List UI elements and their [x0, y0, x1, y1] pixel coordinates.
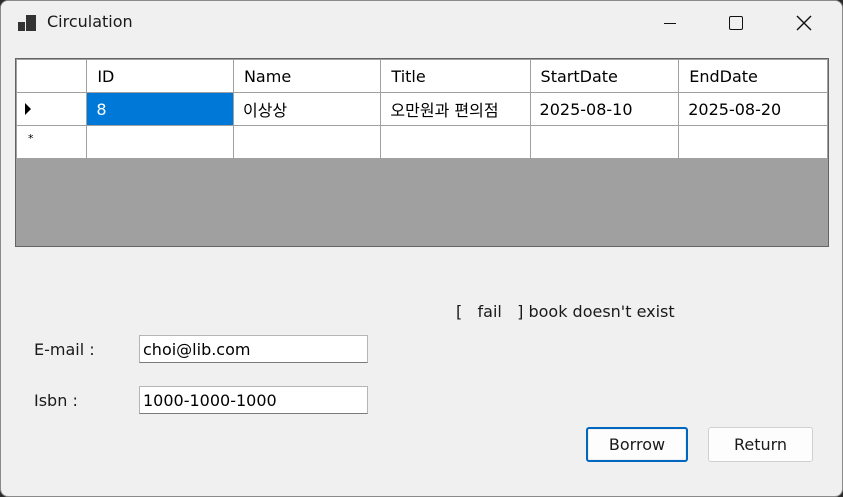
cell-title[interactable]: [380, 125, 531, 159]
title-bar[interactable]: Circulation: [1, 1, 842, 45]
cell-enddate[interactable]: 2025-08-20: [678, 92, 828, 126]
column-header-startdate[interactable]: StartDate: [529, 59, 680, 93]
window-title: Circulation: [47, 12, 133, 31]
column-header-id[interactable]: ID: [86, 59, 234, 93]
isbn-field[interactable]: [139, 386, 368, 414]
app-icon: [18, 15, 36, 31]
cell-enddate[interactable]: [678, 125, 828, 159]
column-header-enddate[interactable]: EndDate: [678, 59, 828, 93]
status-close-bracket: ]: [517, 302, 524, 321]
minimize-icon: [664, 22, 676, 24]
status-open-bracket: [: [456, 302, 463, 321]
row-header[interactable]: [15, 92, 88, 126]
isbn-label: Isbn :: [34, 391, 78, 410]
new-row[interactable]: *: [15, 125, 828, 159]
return-button[interactable]: Return: [708, 427, 813, 462]
column-header-name[interactable]: Name: [232, 59, 382, 93]
column-header-title[interactable]: Title: [380, 59, 531, 93]
grid-corner-header[interactable]: [15, 59, 88, 93]
cell-startdate[interactable]: [529, 125, 680, 159]
cell-name[interactable]: [232, 125, 382, 159]
close-icon: [796, 15, 812, 31]
status-message: [ fail ] book doesn't exist: [456, 302, 675, 321]
current-row-arrow-icon: [25, 103, 31, 115]
email-label: E-mail :: [34, 340, 95, 359]
cell-id[interactable]: 8: [86, 92, 234, 126]
status-result: fail: [477, 302, 502, 321]
email-field[interactable]: [139, 335, 368, 363]
borrow-button[interactable]: Borrow: [586, 427, 688, 462]
circulation-window: Circulation ID Name Title StartDate EndD…: [0, 0, 843, 497]
close-button[interactable]: [770, 1, 838, 45]
minimize-button[interactable]: [636, 1, 704, 45]
circulation-data-grid[interactable]: ID Name Title StartDate EndDate 8 이상상 오만…: [15, 58, 829, 247]
cell-title[interactable]: 오만원과 편의점: [380, 92, 531, 126]
status-text: book doesn't exist: [528, 302, 675, 321]
maximize-icon: [729, 16, 743, 30]
table-row[interactable]: 8 이상상 오만원과 편의점 2025-08-10 2025-08-20: [15, 92, 828, 126]
cell-startdate[interactable]: 2025-08-10: [529, 92, 680, 126]
cell-name[interactable]: 이상상: [232, 92, 382, 126]
grid-table: ID Name Title StartDate EndDate 8 이상상 오만…: [15, 59, 828, 159]
maximize-button[interactable]: [702, 1, 770, 45]
grid-header-row: ID Name Title StartDate EndDate: [15, 59, 828, 93]
new-row-asterisk-icon: *: [28, 132, 34, 145]
cell-id[interactable]: [86, 125, 234, 159]
new-row-header[interactable]: *: [15, 125, 88, 159]
